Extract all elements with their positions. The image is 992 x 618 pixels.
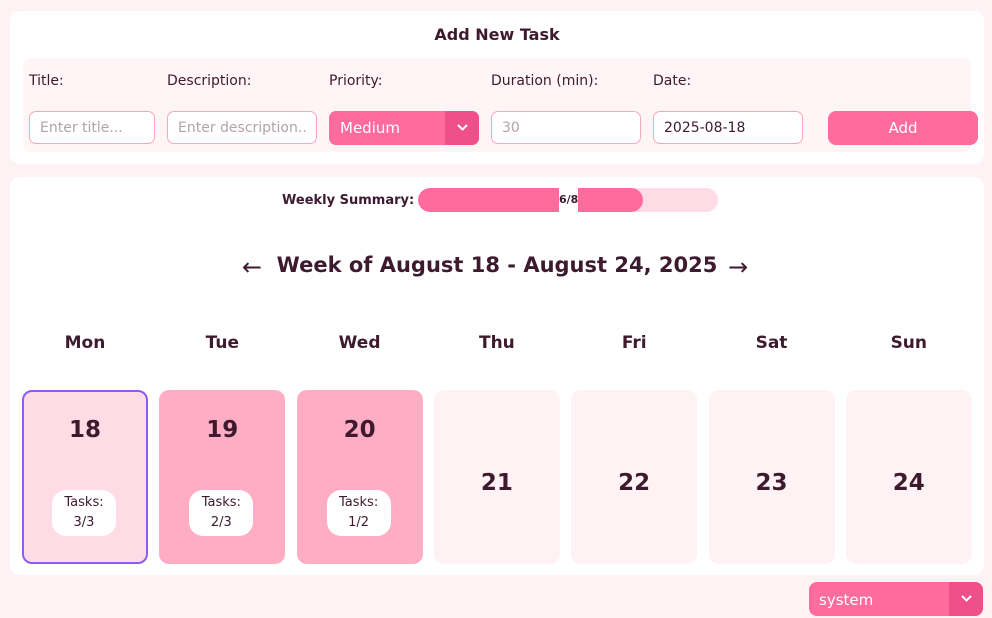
task-count-label: Tasks:	[338, 495, 379, 510]
next-week-button[interactable]: →	[728, 253, 748, 281]
date-input[interactable]	[653, 111, 803, 144]
duration-input[interactable]	[491, 111, 641, 144]
day-card-22[interactable]: 22	[571, 390, 698, 564]
task-count-badge: Tasks: 1/2	[326, 490, 391, 536]
day-name-thu: Thu	[478, 333, 515, 353]
description-label: Description:	[167, 73, 252, 89]
task-count-value: 1/2	[348, 515, 370, 530]
week-panel: Weekly Summary: 6/8 ← Week of August 18 …	[10, 177, 984, 575]
priority-select[interactable]: Medium	[329, 111, 479, 145]
day-card-20[interactable]: 20 Tasks: 1/2	[296, 390, 423, 564]
task-count-label: Tasks:	[64, 495, 104, 510]
task-count-label: Tasks:	[201, 495, 241, 510]
description-input[interactable]	[167, 111, 317, 144]
task-count-badge: Tasks: 3/3	[52, 490, 116, 536]
day-number: 19	[206, 417, 239, 443]
theme-value: system	[819, 591, 874, 609]
day-card-21[interactable]: 21	[433, 390, 560, 564]
day-number: 20	[343, 417, 376, 443]
day-name-fri: Fri	[621, 333, 647, 353]
day-card-23[interactable]: 23	[708, 390, 835, 564]
day-card-24[interactable]: 24	[845, 390, 972, 564]
progress-text: 6/8	[559, 188, 578, 212]
panel-title: Add New Task	[434, 25, 560, 44]
chevron-down-icon	[445, 111, 479, 145]
add-task-panel: Add New Task Title: Description: Priorit…	[10, 11, 984, 164]
day-name-sun: Sun	[890, 333, 928, 353]
day-name-mon: Mon	[64, 333, 106, 353]
progress-fill	[418, 188, 643, 212]
day-name-wed: Wed	[338, 333, 381, 353]
weekly-summary-label: Weekly Summary:	[282, 193, 415, 208]
task-count-value: 2/3	[210, 515, 232, 530]
week-title: Week of August 18 - August 24, 2025	[276, 253, 718, 277]
title-input[interactable]	[29, 111, 155, 144]
task-form: Title: Description: Priority: Duration (…	[23, 58, 978, 152]
day-number: 22	[618, 470, 651, 496]
day-number: 18	[68, 417, 101, 443]
priority-label: Priority:	[329, 73, 383, 89]
priority-value: Medium	[340, 119, 400, 137]
day-number: 24	[892, 470, 925, 496]
date-label: Date:	[653, 73, 692, 89]
chevron-down-icon	[949, 582, 983, 616]
day-number: 23	[755, 470, 788, 496]
weekly-summary-progress: 6/8	[418, 188, 718, 212]
theme-select[interactable]: system	[809, 582, 983, 616]
title-label: Title:	[29, 73, 64, 89]
day-name-sat: Sat	[755, 333, 788, 353]
task-count-badge: Tasks: 2/3	[189, 490, 254, 536]
day-number: 21	[480, 470, 513, 496]
day-card-18[interactable]: 18 Tasks: 3/3	[22, 390, 148, 564]
duration-label: Duration (min):	[491, 73, 599, 89]
task-count-value: 3/3	[73, 515, 95, 530]
day-card-19[interactable]: 19 Tasks: 2/3	[159, 390, 286, 564]
day-name-tue: Tue	[205, 333, 239, 353]
add-button[interactable]: Add	[828, 111, 978, 145]
